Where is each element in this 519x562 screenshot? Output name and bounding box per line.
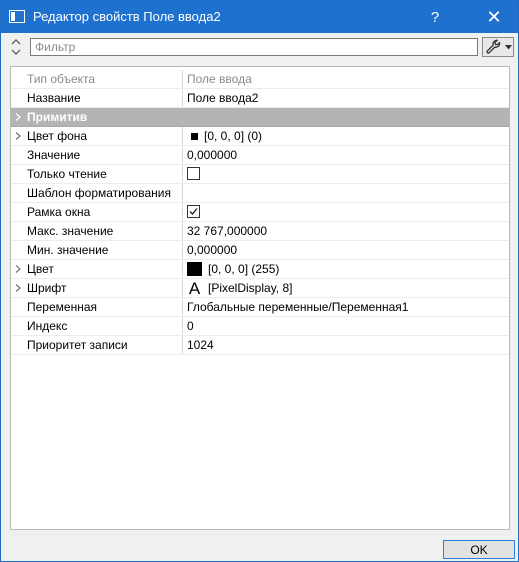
- property-value[interactable]: Глобальные переменные/Переменная1: [183, 298, 509, 316]
- property-row-format-template[interactable]: Шаблон форматирования: [11, 184, 509, 203]
- property-value-cell: [183, 165, 509, 183]
- property-value-cell[interactable]: [0, 0, 0] (255): [183, 260, 509, 278]
- property-row-name[interactable]: Название Поле ввода2: [11, 89, 509, 108]
- property-row-color[interactable]: Цвет [0, 0, 0] (255): [11, 260, 509, 279]
- property-value[interactable]: 0,000000: [183, 241, 509, 259]
- window-title: Редактор свойств Поле ввода2: [33, 9, 221, 24]
- property-name: Шаблон форматирования: [11, 184, 183, 202]
- property-name: Цвет фона: [11, 127, 183, 145]
- property-value[interactable]: 32 767,000000: [183, 222, 509, 240]
- property-row-object-type: Тип объекта Поле ввода: [11, 70, 509, 89]
- property-value-cell[interactable]: A [PixelDisplay, 8]: [183, 279, 509, 297]
- window-frame-checkbox[interactable]: [187, 205, 200, 219]
- property-name: Рамка окна: [11, 203, 183, 221]
- property-name: Цвет: [11, 260, 183, 278]
- property-grid: Тип объекта Поле ввода Название Поле вво…: [10, 66, 510, 530]
- property-row-write-priority[interactable]: Приоритет записи 1024: [11, 336, 509, 355]
- property-value[interactable]: 1024: [183, 336, 509, 354]
- wrench-icon: [486, 39, 501, 54]
- category-label: Примитив: [27, 110, 88, 124]
- property-name: Только чтение: [11, 165, 183, 183]
- filter-bar: [1, 33, 518, 61]
- ok-button[interactable]: OK: [443, 540, 515, 559]
- help-button[interactable]: ?: [415, 1, 455, 33]
- property-row-font[interactable]: Шрифт A [PixelDisplay, 8]: [11, 279, 509, 298]
- font-icon: A: [188, 279, 201, 297]
- property-value[interactable]: Поле ввода2: [183, 89, 509, 107]
- property-row-read-only[interactable]: Только чтение: [11, 165, 509, 184]
- sort-toggle-icon[interactable]: [9, 38, 23, 56]
- read-only-checkbox[interactable]: [187, 167, 200, 181]
- window-icon: [9, 10, 25, 23]
- property-row-background-color[interactable]: Цвет фона [0, 0, 0] (0): [11, 127, 509, 146]
- close-button[interactable]: ✕: [474, 1, 514, 33]
- property-name: Тип объекта: [11, 70, 183, 88]
- property-value: [0, 0, 0] (255): [208, 262, 280, 276]
- checkmark-icon: [189, 208, 198, 216]
- title-bar[interactable]: Редактор свойств Поле ввода2 ? ✕: [1, 1, 518, 33]
- property-value[interactable]: 0: [183, 317, 509, 335]
- property-row-variable[interactable]: Переменная Глобальные переменные/Перемен…: [11, 298, 509, 317]
- property-category-primitive[interactable]: Примитив: [11, 108, 509, 127]
- property-row-max-value[interactable]: Макс. значение 32 767,000000: [11, 222, 509, 241]
- property-row-index[interactable]: Индекс 0: [11, 317, 509, 336]
- filter-input[interactable]: [30, 38, 478, 56]
- property-value: Поле ввода: [187, 72, 252, 86]
- property-name: Мин. значение: [11, 241, 183, 259]
- property-name: Макс. значение: [11, 222, 183, 240]
- chevron-down-icon: [505, 45, 512, 50]
- property-name: Приоритет записи: [11, 336, 183, 354]
- property-name: Название: [11, 89, 183, 107]
- settings-dropdown-button[interactable]: [482, 37, 514, 57]
- property-value: [0, 0, 0] (0): [204, 129, 263, 143]
- property-editor-window: Редактор свойств Поле ввода2 ? ✕ Тип объ…: [0, 0, 519, 562]
- property-row-window-frame[interactable]: Рамка окна: [11, 203, 509, 222]
- property-name: Шрифт: [11, 279, 183, 297]
- color-swatch: [187, 261, 202, 276]
- property-row-value[interactable]: Значение 0,000000: [11, 146, 509, 165]
- property-name: Индекс: [11, 317, 183, 335]
- property-value-cell: [183, 203, 509, 221]
- property-value[interactable]: 0,000000: [183, 146, 509, 164]
- property-value-cell[interactable]: [0, 0, 0] (0): [183, 127, 509, 145]
- property-value[interactable]: [183, 184, 509, 202]
- property-row-min-value[interactable]: Мин. значение 0,000000: [11, 241, 509, 260]
- property-name: Переменная: [11, 298, 183, 316]
- color-swatch: [191, 132, 198, 140]
- property-name: Значение: [11, 146, 183, 164]
- property-value: [PixelDisplay, 8]: [208, 281, 293, 295]
